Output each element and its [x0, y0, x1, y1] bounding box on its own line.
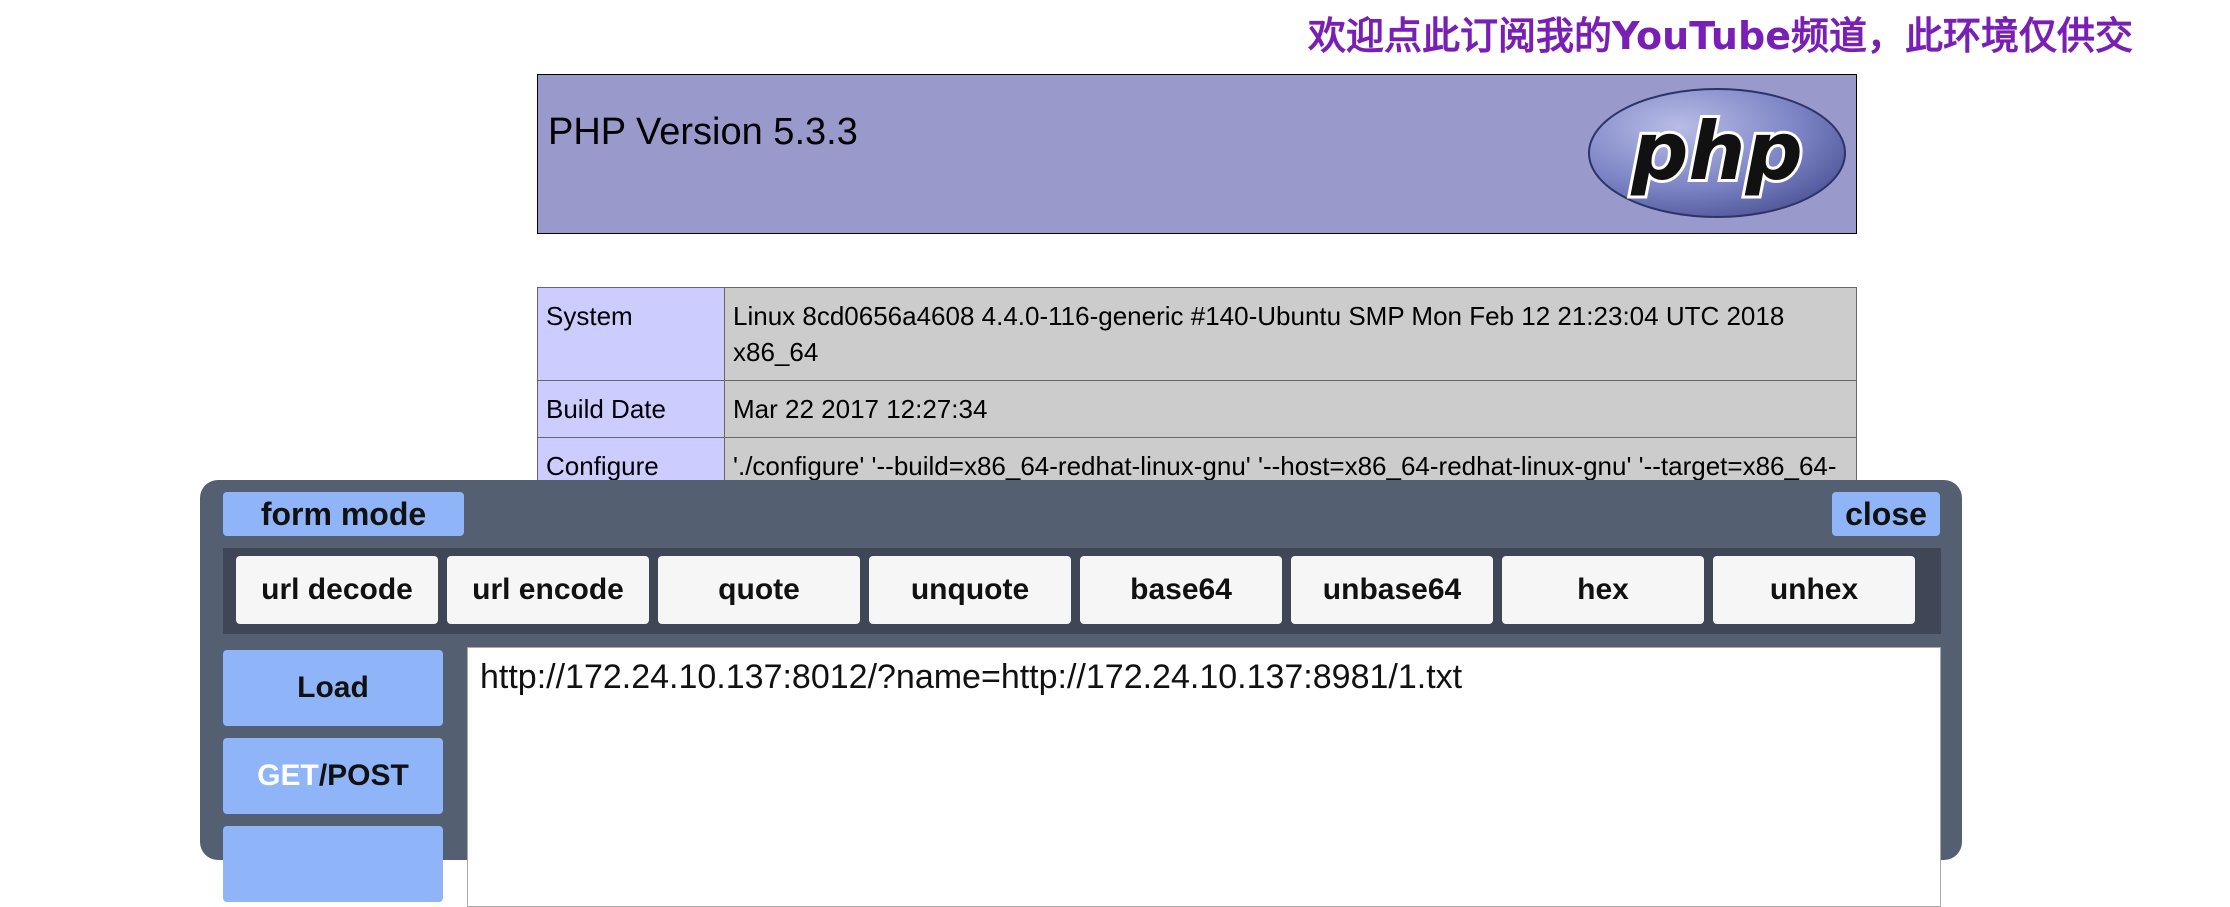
table-row: System Linux 8cd0656a4608 4.4.0-116-gene… [537, 287, 1857, 381]
url-input[interactable]: http://172.24.10.137:8012/?name=http://1… [467, 647, 1941, 907]
youtube-subscribe-banner[interactable]: 欢迎点此订阅我的YouTube频道，此环境仅供交 [1308, 8, 2230, 64]
get-post-toggle[interactable]: GET/POST [223, 738, 443, 814]
url-encode-button[interactable]: url encode [447, 556, 649, 624]
get-label: GET [257, 759, 319, 792]
php-logo-icon: php php [1588, 88, 1846, 218]
base64-button[interactable]: base64 [1080, 556, 1282, 624]
unhex-button[interactable]: unhex [1713, 556, 1915, 624]
hackbar-side-button[interactable] [223, 826, 443, 902]
info-key: System [537, 287, 725, 381]
svg-text:php: php [1630, 105, 1802, 198]
info-value: Mar 22 2017 12:27:34 [724, 380, 1857, 438]
form-mode-button[interactable]: form mode [223, 492, 464, 536]
close-button[interactable]: close [1832, 492, 1940, 536]
post-label: /POST [318, 759, 409, 792]
table-row: Build Date Mar 22 2017 12:27:34 [537, 380, 1857, 438]
encoding-toolbar: url decode url encode quote unquote base… [223, 548, 1941, 634]
info-value: Linux 8cd0656a4608 4.4.0-116-generic #14… [724, 287, 1857, 381]
php-version-header: PHP Version 5.3.3 php php [537, 74, 1857, 234]
hackbar-panel: form mode close url decode url encode qu… [200, 480, 1962, 907]
unquote-button[interactable]: unquote [869, 556, 1071, 624]
load-button[interactable]: Load [223, 650, 443, 726]
hex-button[interactable]: hex [1502, 556, 1704, 624]
unbase64-button[interactable]: unbase64 [1291, 556, 1493, 624]
php-version-title: PHP Version 5.3.3 [548, 111, 858, 153]
info-key: Build Date [537, 380, 725, 438]
url-decode-button[interactable]: url decode [236, 556, 438, 624]
quote-button[interactable]: quote [658, 556, 860, 624]
